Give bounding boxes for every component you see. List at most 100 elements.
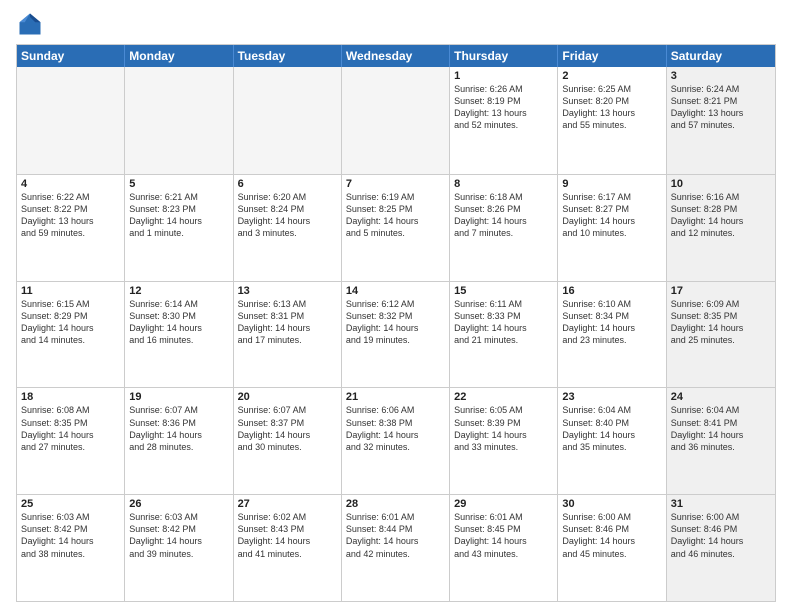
day-number: 31 — [671, 498, 771, 510]
calendar-cell: 27Sunrise: 6:02 AM Sunset: 8:43 PM Dayli… — [234, 495, 342, 601]
calendar-cell: 3Sunrise: 6:24 AM Sunset: 8:21 PM Daylig… — [667, 67, 775, 174]
calendar-header: SundayMondayTuesdayWednesdayThursdayFrid… — [17, 45, 775, 67]
cell-info: Sunrise: 6:22 AM Sunset: 8:22 PM Dayligh… — [21, 191, 120, 240]
calendar-day-header: Wednesday — [342, 45, 450, 67]
calendar-cell: 6Sunrise: 6:20 AM Sunset: 8:24 PM Daylig… — [234, 175, 342, 281]
cell-info: Sunrise: 6:15 AM Sunset: 8:29 PM Dayligh… — [21, 298, 120, 347]
calendar-row: 11Sunrise: 6:15 AM Sunset: 8:29 PM Dayli… — [17, 281, 775, 388]
calendar-cell: 2Sunrise: 6:25 AM Sunset: 8:20 PM Daylig… — [558, 67, 666, 174]
calendar-cell — [234, 67, 342, 174]
cell-info: Sunrise: 6:09 AM Sunset: 8:35 PM Dayligh… — [671, 298, 771, 347]
calendar-cell: 19Sunrise: 6:07 AM Sunset: 8:36 PM Dayli… — [125, 388, 233, 494]
day-number: 16 — [562, 285, 661, 297]
calendar-cell: 21Sunrise: 6:06 AM Sunset: 8:38 PM Dayli… — [342, 388, 450, 494]
cell-info: Sunrise: 6:10 AM Sunset: 8:34 PM Dayligh… — [562, 298, 661, 347]
cell-info: Sunrise: 6:24 AM Sunset: 8:21 PM Dayligh… — [671, 83, 771, 132]
day-number: 4 — [21, 178, 120, 190]
calendar-cell: 30Sunrise: 6:00 AM Sunset: 8:46 PM Dayli… — [558, 495, 666, 601]
cell-info: Sunrise: 6:11 AM Sunset: 8:33 PM Dayligh… — [454, 298, 553, 347]
calendar-row: 25Sunrise: 6:03 AM Sunset: 8:42 PM Dayli… — [17, 494, 775, 601]
calendar-row: 1Sunrise: 6:26 AM Sunset: 8:19 PM Daylig… — [17, 67, 775, 174]
day-number: 29 — [454, 498, 553, 510]
day-number: 10 — [671, 178, 771, 190]
calendar-cell: 13Sunrise: 6:13 AM Sunset: 8:31 PM Dayli… — [234, 282, 342, 388]
calendar-day-header: Monday — [125, 45, 233, 67]
calendar-cell: 26Sunrise: 6:03 AM Sunset: 8:42 PM Dayli… — [125, 495, 233, 601]
calendar-cell: 9Sunrise: 6:17 AM Sunset: 8:27 PM Daylig… — [558, 175, 666, 281]
calendar-cell: 22Sunrise: 6:05 AM Sunset: 8:39 PM Dayli… — [450, 388, 558, 494]
day-number: 15 — [454, 285, 553, 297]
cell-info: Sunrise: 6:17 AM Sunset: 8:27 PM Dayligh… — [562, 191, 661, 240]
cell-info: Sunrise: 6:16 AM Sunset: 8:28 PM Dayligh… — [671, 191, 771, 240]
day-number: 3 — [671, 70, 771, 82]
day-number: 5 — [129, 178, 228, 190]
cell-info: Sunrise: 6:07 AM Sunset: 8:36 PM Dayligh… — [129, 404, 228, 453]
calendar-cell — [342, 67, 450, 174]
cell-info: Sunrise: 6:07 AM Sunset: 8:37 PM Dayligh… — [238, 404, 337, 453]
cell-info: Sunrise: 6:08 AM Sunset: 8:35 PM Dayligh… — [21, 404, 120, 453]
cell-info: Sunrise: 6:19 AM Sunset: 8:25 PM Dayligh… — [346, 191, 445, 240]
calendar-cell: 5Sunrise: 6:21 AM Sunset: 8:23 PM Daylig… — [125, 175, 233, 281]
day-number: 6 — [238, 178, 337, 190]
day-number: 28 — [346, 498, 445, 510]
cell-info: Sunrise: 6:12 AM Sunset: 8:32 PM Dayligh… — [346, 298, 445, 347]
calendar-cell: 25Sunrise: 6:03 AM Sunset: 8:42 PM Dayli… — [17, 495, 125, 601]
day-number: 12 — [129, 285, 228, 297]
calendar-cell: 23Sunrise: 6:04 AM Sunset: 8:40 PM Dayli… — [558, 388, 666, 494]
day-number: 30 — [562, 498, 661, 510]
calendar-cell: 16Sunrise: 6:10 AM Sunset: 8:34 PM Dayli… — [558, 282, 666, 388]
day-number: 9 — [562, 178, 661, 190]
calendar-cell: 31Sunrise: 6:00 AM Sunset: 8:46 PM Dayli… — [667, 495, 775, 601]
cell-info: Sunrise: 6:13 AM Sunset: 8:31 PM Dayligh… — [238, 298, 337, 347]
calendar-cell: 8Sunrise: 6:18 AM Sunset: 8:26 PM Daylig… — [450, 175, 558, 281]
calendar-cell: 10Sunrise: 6:16 AM Sunset: 8:28 PM Dayli… — [667, 175, 775, 281]
day-number: 2 — [562, 70, 661, 82]
day-number: 24 — [671, 391, 771, 403]
calendar-cell: 15Sunrise: 6:11 AM Sunset: 8:33 PM Dayli… — [450, 282, 558, 388]
day-number: 11 — [21, 285, 120, 297]
day-number: 18 — [21, 391, 120, 403]
cell-info: Sunrise: 6:01 AM Sunset: 8:45 PM Dayligh… — [454, 511, 553, 560]
calendar-cell: 12Sunrise: 6:14 AM Sunset: 8:30 PM Dayli… — [125, 282, 233, 388]
calendar-cell: 14Sunrise: 6:12 AM Sunset: 8:32 PM Dayli… — [342, 282, 450, 388]
calendar-cell: 24Sunrise: 6:04 AM Sunset: 8:41 PM Dayli… — [667, 388, 775, 494]
day-number: 17 — [671, 285, 771, 297]
day-number: 19 — [129, 391, 228, 403]
day-number: 21 — [346, 391, 445, 403]
cell-info: Sunrise: 6:03 AM Sunset: 8:42 PM Dayligh… — [21, 511, 120, 560]
day-number: 13 — [238, 285, 337, 297]
cell-info: Sunrise: 6:00 AM Sunset: 8:46 PM Dayligh… — [562, 511, 661, 560]
cell-info: Sunrise: 6:00 AM Sunset: 8:46 PM Dayligh… — [671, 511, 771, 560]
calendar-day-header: Friday — [558, 45, 666, 67]
cell-info: Sunrise: 6:01 AM Sunset: 8:44 PM Dayligh… — [346, 511, 445, 560]
calendar-cell: 20Sunrise: 6:07 AM Sunset: 8:37 PM Dayli… — [234, 388, 342, 494]
day-number: 26 — [129, 498, 228, 510]
calendar-day-header: Thursday — [450, 45, 558, 67]
day-number: 27 — [238, 498, 337, 510]
cell-info: Sunrise: 6:04 AM Sunset: 8:41 PM Dayligh… — [671, 404, 771, 453]
cell-info: Sunrise: 6:03 AM Sunset: 8:42 PM Dayligh… — [129, 511, 228, 560]
calendar-row: 18Sunrise: 6:08 AM Sunset: 8:35 PM Dayli… — [17, 387, 775, 494]
cell-info: Sunrise: 6:05 AM Sunset: 8:39 PM Dayligh… — [454, 404, 553, 453]
cell-info: Sunrise: 6:26 AM Sunset: 8:19 PM Dayligh… — [454, 83, 553, 132]
calendar-cell — [125, 67, 233, 174]
cell-info: Sunrise: 6:20 AM Sunset: 8:24 PM Dayligh… — [238, 191, 337, 240]
calendar-cell: 4Sunrise: 6:22 AM Sunset: 8:22 PM Daylig… — [17, 175, 125, 281]
calendar-cell: 1Sunrise: 6:26 AM Sunset: 8:19 PM Daylig… — [450, 67, 558, 174]
calendar: SundayMondayTuesdayWednesdayThursdayFrid… — [16, 44, 776, 602]
calendar-cell: 17Sunrise: 6:09 AM Sunset: 8:35 PM Dayli… — [667, 282, 775, 388]
calendar-cell — [17, 67, 125, 174]
cell-info: Sunrise: 6:14 AM Sunset: 8:30 PM Dayligh… — [129, 298, 228, 347]
calendar-row: 4Sunrise: 6:22 AM Sunset: 8:22 PM Daylig… — [17, 174, 775, 281]
calendar-cell: 7Sunrise: 6:19 AM Sunset: 8:25 PM Daylig… — [342, 175, 450, 281]
calendar-cell: 29Sunrise: 6:01 AM Sunset: 8:45 PM Dayli… — [450, 495, 558, 601]
day-number: 8 — [454, 178, 553, 190]
logo-icon — [16, 10, 44, 38]
logo — [16, 10, 48, 38]
calendar-day-header: Saturday — [667, 45, 775, 67]
day-number: 1 — [454, 70, 553, 82]
cell-info: Sunrise: 6:06 AM Sunset: 8:38 PM Dayligh… — [346, 404, 445, 453]
page: SundayMondayTuesdayWednesdayThursdayFrid… — [0, 0, 792, 612]
calendar-cell: 28Sunrise: 6:01 AM Sunset: 8:44 PM Dayli… — [342, 495, 450, 601]
day-number: 7 — [346, 178, 445, 190]
